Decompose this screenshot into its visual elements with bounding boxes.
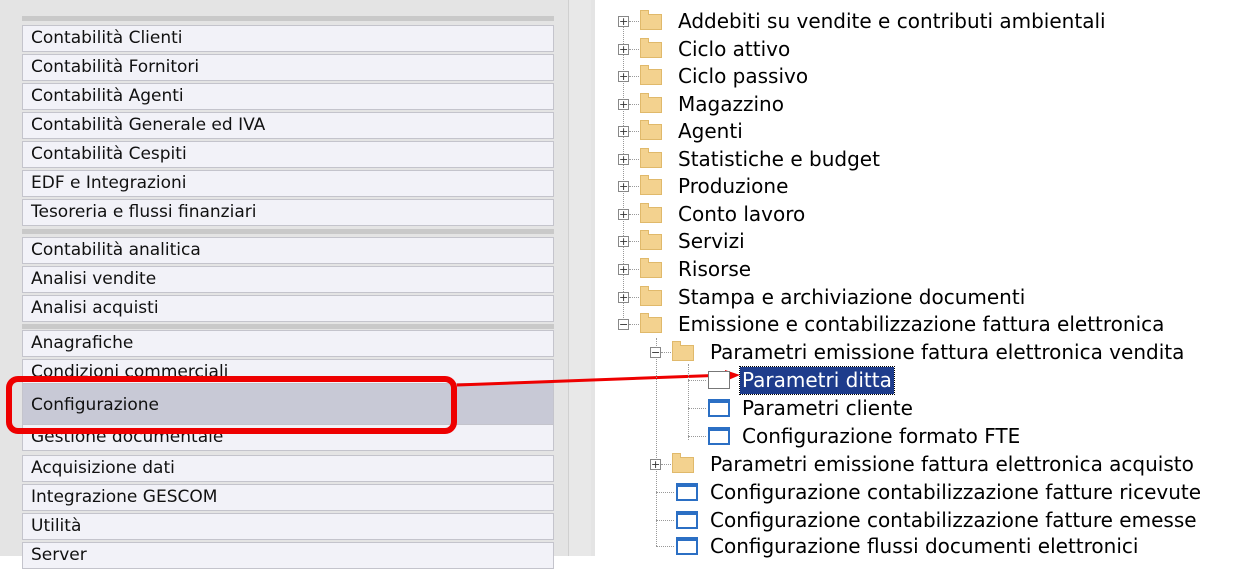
window-icon — [708, 427, 730, 445]
tree-node-label: Conto lavoro — [678, 202, 806, 226]
group-separator — [22, 16, 554, 21]
menu-item-contabilita-fornitori[interactable]: Contabilità Fornitori — [22, 54, 554, 81]
expand-plus-icon[interactable]: + — [618, 99, 629, 110]
left-panel-scroll-rail — [568, 0, 591, 556]
expand-plus-icon[interactable]: + — [618, 126, 629, 137]
folder-icon — [640, 120, 662, 140]
tree-node-label: Statistiche e budget — [678, 147, 880, 171]
folder-icon — [640, 203, 662, 223]
folder-icon — [640, 10, 662, 30]
folder-icon — [640, 175, 662, 195]
tree-node-label: Parametri emissione fattura elettronica … — [710, 452, 1194, 476]
folder-icon — [640, 258, 662, 278]
expand-plus-icon[interactable]: + — [618, 292, 629, 303]
tree-node-label: Agenti — [678, 119, 743, 143]
expand-plus-icon[interactable]: + — [618, 264, 629, 275]
folder-icon — [672, 453, 694, 473]
annotation-highlight-box — [6, 376, 457, 434]
left-menu-panel: Contabilità Clienti Contabilità Fornitor… — [0, 0, 595, 569]
tree-node-label: Produzione — [678, 174, 789, 198]
menu-item-contabilita-analitica[interactable]: Contabilità analitica — [22, 237, 554, 264]
menu-item-utilita[interactable]: Utilità — [22, 513, 554, 540]
tree-item-label-selected: Parametri ditta — [739, 366, 895, 395]
menu-item-acquisizione-dati[interactable]: Acquisizione dati — [22, 455, 554, 482]
tree-item-label: Parametri cliente — [742, 396, 913, 420]
folder-icon — [640, 93, 662, 113]
expand-plus-icon[interactable]: + — [618, 44, 629, 55]
window-icon — [676, 537, 698, 555]
tree-item-label: Configurazione formato FTE — [742, 424, 1021, 448]
collapse-minus-icon[interactable]: − — [650, 347, 661, 358]
window-icon — [676, 483, 698, 501]
tree-item-label: Configurazione contabilizzazione fatture… — [710, 480, 1202, 504]
group-separator — [22, 324, 554, 329]
expand-plus-icon[interactable]: + — [618, 236, 629, 247]
menu-item-tesoreria[interactable]: Tesoreria e flussi finanziari — [22, 199, 554, 226]
folder-icon — [640, 65, 662, 85]
expand-plus-icon[interactable]: + — [650, 459, 661, 470]
folder-icon — [640, 286, 662, 306]
tree-node-label: Servizi — [678, 229, 745, 253]
window-icon — [708, 399, 730, 417]
menu-item-edf-integrazioni[interactable]: EDF e Integrazioni — [22, 170, 554, 197]
expand-plus-icon[interactable]: + — [618, 209, 629, 220]
menu-item-integrazione-gescom[interactable]: Integrazione GESCOM — [22, 484, 554, 511]
tree-node-label: Stampa e archiviazione documenti — [678, 285, 1026, 309]
menu-item-contabilita-generale-iva[interactable]: Contabilità Generale ed IVA — [22, 112, 554, 139]
tree-node-label: Risorse — [678, 257, 752, 281]
menu-item-analisi-vendite[interactable]: Analisi vendite — [22, 266, 554, 293]
tree-node-label: Ciclo attivo — [678, 37, 791, 61]
folder-open-icon — [672, 341, 694, 361]
tree-item-label: Configurazione contabilizzazione fatture… — [710, 508, 1197, 532]
tree-node-label: Addebiti su vendite e contributi ambient… — [678, 9, 1106, 33]
expand-plus-icon[interactable]: + — [618, 71, 629, 82]
menu-item-anagrafiche[interactable]: Anagrafiche — [22, 330, 554, 357]
menu-item-contabilita-cespiti[interactable]: Contabilità Cespiti — [22, 141, 554, 168]
tree-node-label: Parametri emissione fattura elettronica … — [710, 340, 1185, 364]
collapse-minus-icon[interactable]: − — [618, 319, 629, 330]
expand-plus-icon[interactable]: + — [618, 16, 629, 27]
group-separator — [22, 229, 554, 234]
tree-node-label: Magazzino — [678, 92, 784, 116]
tree-node-label: Emissione e contabilizzazione fattura el… — [678, 312, 1165, 336]
folder-icon — [640, 230, 662, 250]
document-icon — [708, 371, 730, 389]
folder-icon — [640, 38, 662, 58]
expand-plus-icon[interactable]: + — [618, 181, 629, 192]
menu-item-analisi-acquisti[interactable]: Analisi acquisti — [22, 295, 554, 322]
folder-icon — [640, 148, 662, 168]
folder-open-icon — [640, 313, 662, 333]
expand-plus-icon[interactable]: + — [618, 154, 629, 165]
configuration-tree: + Addebiti su vendite e contributi ambie… — [612, 0, 1246, 558]
menu-item-contabilita-clienti[interactable]: Contabilità Clienti — [22, 25, 554, 52]
tree-node-label: Ciclo passivo — [678, 64, 809, 88]
menu-item-contabilita-agenti[interactable]: Contabilità Agenti — [22, 83, 554, 110]
window-icon — [676, 511, 698, 529]
